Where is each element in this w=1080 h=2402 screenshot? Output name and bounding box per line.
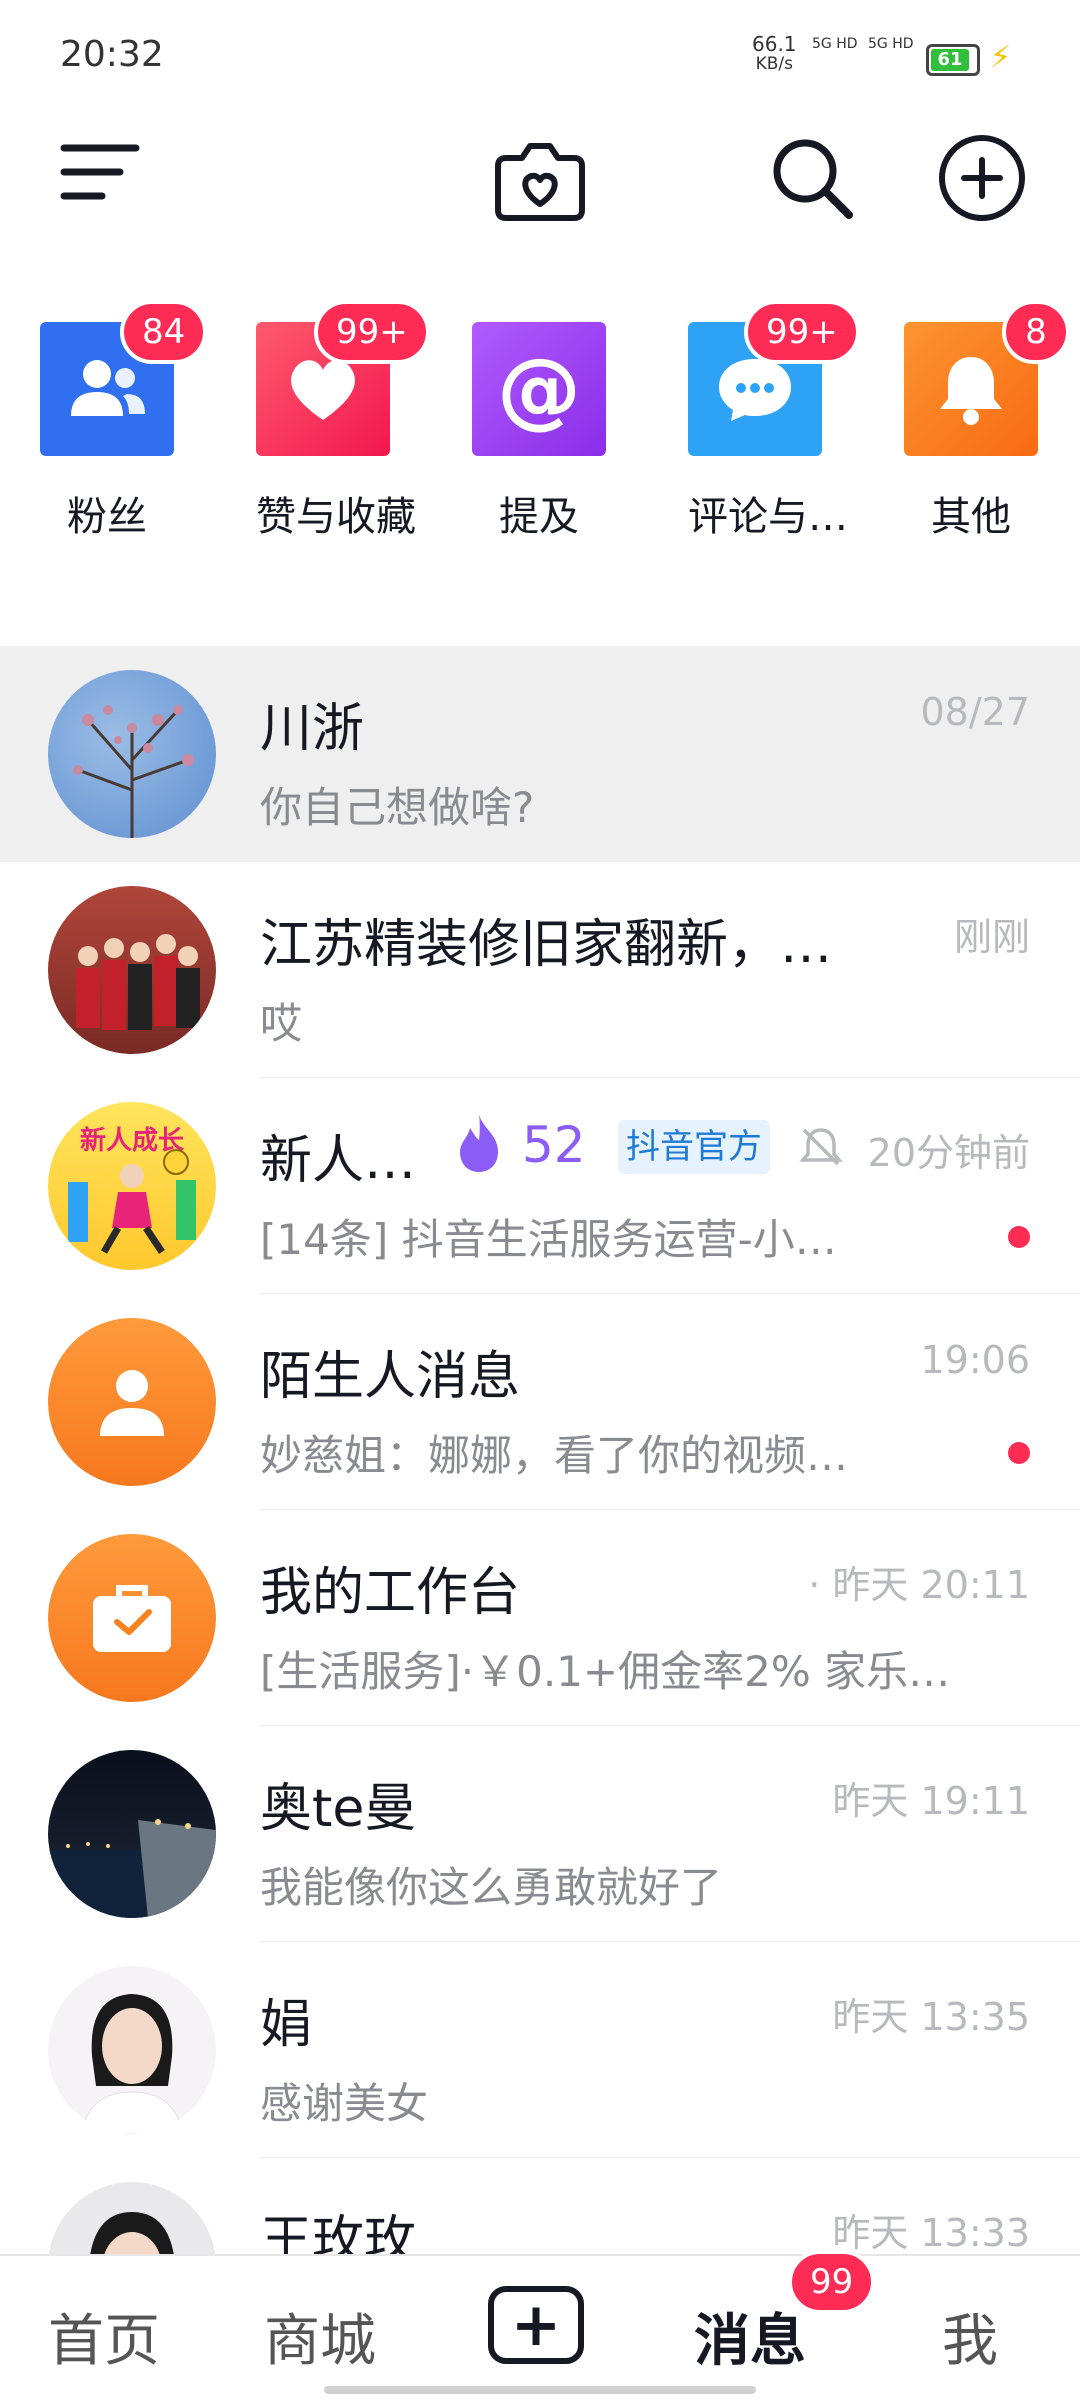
conversation-time: 刚刚: [953, 915, 1030, 959]
conversation-preview: 感谢美女: [260, 2079, 429, 2128]
conversation-preview: 妙慈姐：娜娜，看了你的视频…: [260, 1431, 849, 1480]
battery-level: 61: [931, 49, 969, 71]
person-icon: [100, 1370, 164, 1436]
add-circle-icon[interactable]: [934, 128, 1030, 228]
category-fans[interactable]: 粉丝 84: [40, 300, 208, 542]
conversation-item[interactable]: 娟 昨天 13:35 感谢美女: [0, 1942, 1080, 2158]
menu-icon[interactable]: [50, 132, 150, 212]
avatar: [48, 886, 216, 1054]
conversation-item[interactable]: 新人成长 新人… 52 抖音官方 20分钟前 [14条] 抖音生活服务运营-小…: [0, 1078, 1080, 1294]
conversation-time: 昨天 19:11: [832, 1779, 1030, 1823]
signal-sim1-icon: 5G HD: [812, 36, 858, 52]
badge: 84: [120, 300, 208, 364]
avatar: [48, 1534, 216, 1702]
conversation-preview: 哎: [260, 999, 303, 1048]
conversation-time: 20分钟前: [867, 1131, 1030, 1175]
category-mentions[interactable]: @ 提及: [472, 322, 606, 542]
nav-home[interactable]: 首页: [48, 2296, 160, 2377]
conversation-item[interactable]: 川浙 08/27 你自己想做啥?: [0, 646, 1080, 862]
conversation-time: 19:06: [920, 1338, 1030, 1382]
at-icon: @: [472, 322, 606, 456]
battery-icon: 61: [926, 44, 980, 76]
conversation-preview: 我能像你这么勇敢就好了: [260, 1863, 723, 1912]
conversation-time: 昨天 13:33: [832, 2211, 1030, 2255]
bottom-nav: 首页 商城 + 消息 99 我: [0, 2250, 1080, 2402]
conversation-item[interactable]: 奥te曼 昨天 19:11 我能像你这么勇敢就好了: [0, 1726, 1080, 1942]
category-label: 粉丝: [67, 494, 147, 540]
badge: 99+: [744, 300, 860, 364]
conversation-item[interactable]: 江苏精装修旧家翻新，… 刚刚 哎: [0, 862, 1080, 1078]
status-bar: 20:32 66.1 KB/s 5G HD 5G HD 61 ⚡: [0, 0, 1080, 110]
category-label: 其他: [931, 494, 1011, 540]
avatar: [48, 1966, 216, 2134]
badge: 8: [1002, 300, 1070, 364]
home-indicator: [324, 2386, 756, 2394]
conversation-item[interactable]: 陌生人消息 19:06 妙慈姐：娜娜，看了你的视频…: [0, 1294, 1080, 1510]
conversation-name: 奥te曼: [260, 1779, 417, 1839]
briefcase-icon: [93, 1585, 171, 1652]
nav-messages[interactable]: 消息: [694, 2296, 806, 2377]
flame-icon: [452, 1112, 506, 1178]
unread-dot: [1008, 1226, 1030, 1248]
category-label: 赞与收藏: [256, 494, 416, 540]
plus-icon: +: [510, 2290, 562, 2360]
mute-bell-icon: [798, 1124, 844, 1174]
conversation-preview: [生活服务]·￥0.1+佣金率2% 家乐…: [260, 1647, 951, 1696]
conversation-name: 陌生人消息: [260, 1347, 521, 1407]
conversation-name: 我的工作台: [260, 1563, 521, 1623]
search-icon[interactable]: [764, 128, 860, 228]
charging-icon: ⚡: [990, 40, 1012, 75]
category-other[interactable]: 其他 8: [904, 300, 1070, 542]
conversation-name: 川浙: [260, 699, 365, 759]
unread-dot: [1008, 1442, 1030, 1464]
avatar: [48, 1318, 216, 1486]
conversation-item[interactable]: 我的工作台 · 昨天 20:11 [生活服务]·￥0.1+佣金率2% 家乐…: [0, 1510, 1080, 1726]
conversation-time: 昨天 13:35: [832, 1995, 1030, 2039]
nav-mall[interactable]: 商城: [264, 2296, 376, 2377]
conversation-time: · 昨天 20:11: [808, 1563, 1030, 1607]
status-time: 20:32: [60, 34, 164, 75]
category-comments[interactable]: 评论与… 99+: [688, 300, 860, 542]
conversation-name: 娟: [260, 1995, 313, 2055]
category-label: 提及: [499, 494, 579, 540]
create-button[interactable]: +: [488, 2286, 584, 2364]
badge: 99+: [314, 300, 430, 364]
category-label: 评论与…: [688, 494, 848, 540]
conversation-time: 08/27: [920, 690, 1030, 734]
nav-me[interactable]: 我: [942, 2296, 998, 2377]
intimacy-level: 52: [522, 1116, 586, 1174]
messages-badge: 99: [788, 2250, 876, 2314]
official-tag: 抖音官方: [618, 1120, 770, 1174]
friends-camera-icon[interactable]: [488, 130, 592, 230]
net-speed: 66.1 KB/s: [752, 32, 797, 74]
category-likes[interactable]: 赞与收藏 99+: [256, 300, 430, 542]
conversation-name: 江苏精装修旧家翻新，…: [260, 915, 833, 975]
top-bar: [0, 110, 1080, 240]
avatar: 新人成长: [48, 1102, 216, 1270]
avatar: [48, 670, 216, 838]
conversation-preview: [14条] 抖音生活服务运营-小…: [260, 1215, 837, 1264]
avatar: [48, 1750, 216, 1918]
conversation-preview: 你自己想做啥?: [260, 783, 535, 832]
conversation-name: 新人…: [260, 1131, 417, 1191]
signal-sim2-icon: 5G HD: [868, 36, 914, 52]
